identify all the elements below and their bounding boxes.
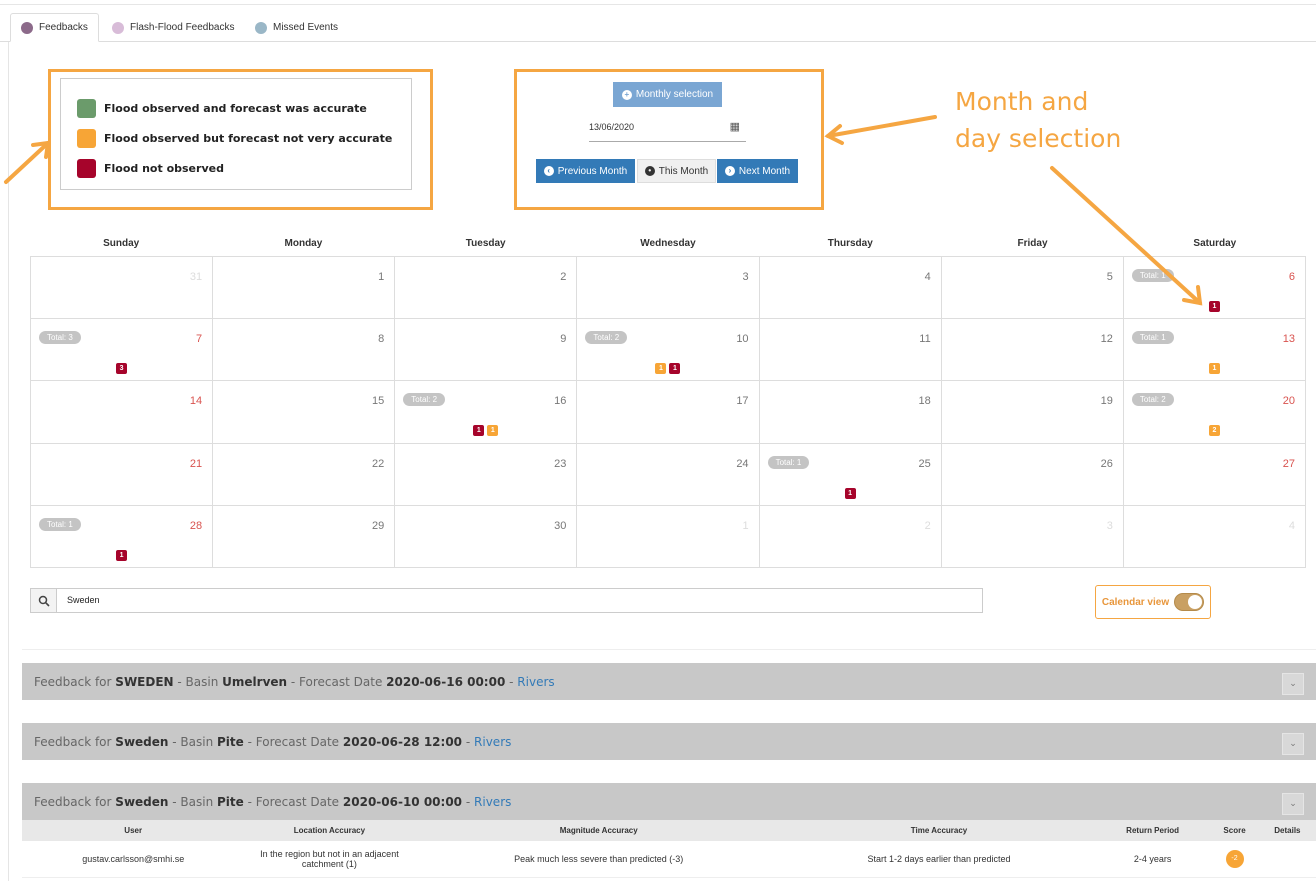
arrow-to-controls [826, 115, 937, 138]
arrow-to-legend [4, 141, 50, 184]
annotation-arrows [4, 115, 1203, 306]
arrow-to-calendar [1050, 166, 1202, 305]
